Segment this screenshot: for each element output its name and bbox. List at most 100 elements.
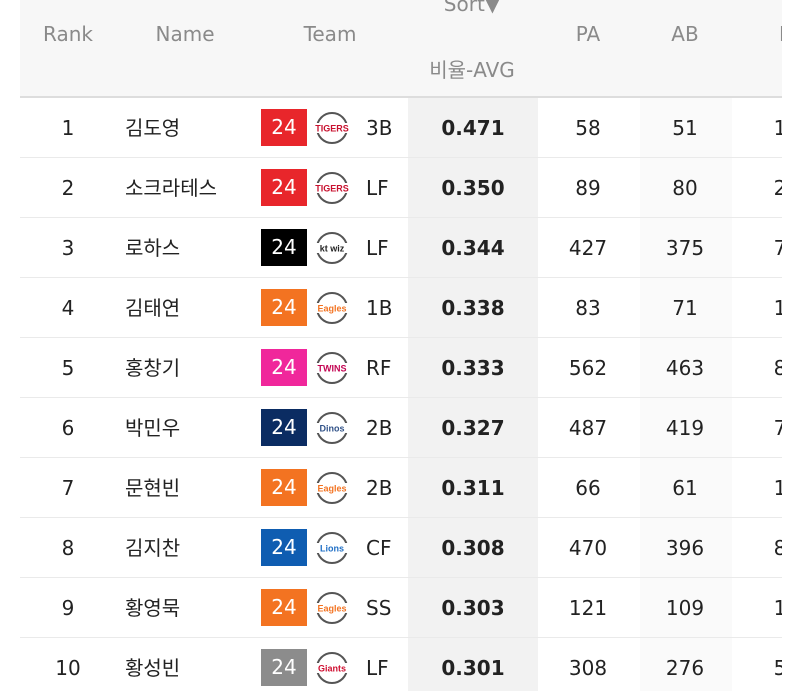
table-header: Rank Name Team Sort▼ 비율-AVG PA AB R (20, 0, 782, 98)
avg-value: 0.327 (441, 416, 505, 440)
header-ab[interactable]: AB (671, 22, 698, 46)
rank: 3 (61, 236, 75, 260)
year-badge: 24 (261, 529, 307, 566)
header-rank[interactable]: Rank (43, 22, 93, 46)
table-row[interactable]: 1 김도영 24 TIGERS 3B 0.471 58 51 1 (20, 98, 782, 158)
team-logo-icon: Giants (313, 652, 351, 684)
svg-text:Dinos: Dinos (319, 424, 344, 434)
table-row[interactable]: 4 김태연 24 Eagles 1B 0.338 83 71 1 (20, 278, 782, 338)
ab-value: 276 (665, 656, 705, 680)
table-row[interactable]: 8 김지찬 24 Lions CF 0.308 470 396 8 (20, 518, 782, 578)
header-team[interactable]: Team (304, 22, 357, 46)
table-row[interactable]: 6 박민우 24 Dinos 2B 0.327 487 419 7 (20, 398, 782, 458)
svg-text:TIGERS: TIGERS (315, 124, 349, 134)
table-row[interactable]: 10 황성빈 24 Giants LF 0.301 308 276 5 (20, 638, 782, 691)
sort-button[interactable]: Sort▼ (444, 0, 500, 16)
avg-value: 0.338 (441, 296, 505, 320)
position: LF (366, 656, 389, 680)
rank: 10 (55, 656, 81, 680)
header-avg[interactable]: 비율-AVG (429, 54, 515, 83)
player-name[interactable]: 황성빈 (125, 638, 180, 691)
pa-value: 427 (568, 236, 608, 260)
ab-value: 61 (672, 476, 698, 500)
year-badge: 24 (261, 469, 307, 506)
position: RF (366, 356, 392, 380)
pa-value: 308 (568, 656, 608, 680)
header-name[interactable]: Name (155, 22, 214, 46)
r-value: 7 (773, 236, 782, 260)
svg-text:TIGERS: TIGERS (315, 184, 349, 194)
svg-text:Eagles: Eagles (317, 304, 346, 314)
rank: 5 (61, 356, 75, 380)
pa-value: 470 (568, 536, 608, 560)
player-name[interactable]: 로하스 (125, 218, 180, 278)
position: 3B (366, 116, 393, 140)
table-row[interactable]: 3 로하스 24 kt wiz LF 0.344 427 375 7 (20, 218, 782, 278)
r-value: 5 (773, 656, 782, 680)
rank: 6 (61, 416, 75, 440)
position: 1B (366, 296, 393, 320)
svg-text:kt wiz: kt wiz (320, 244, 345, 254)
table-row[interactable]: 7 문현빈 24 Eagles 2B 0.311 66 61 1 (20, 458, 782, 518)
r-value: 2 (773, 176, 782, 200)
r-value: 8 (773, 356, 782, 380)
team-logo-icon: TWINS (313, 352, 351, 384)
rank: 2 (61, 176, 75, 200)
year-badge: 24 (261, 169, 307, 206)
rank: 4 (61, 296, 75, 320)
rank: 9 (61, 596, 75, 620)
ab-value: 463 (665, 356, 705, 380)
team-logo-icon: Lions (313, 532, 351, 564)
r-value: 1 (773, 296, 782, 320)
player-name[interactable]: 홍창기 (125, 338, 180, 398)
player-name[interactable]: 황영묵 (125, 578, 180, 638)
r-value: 7 (773, 416, 782, 440)
year-badge: 24 (261, 589, 307, 626)
avg-value: 0.311 (441, 476, 505, 500)
avg-value: 0.471 (441, 116, 505, 140)
avg-value: 0.333 (441, 356, 505, 380)
rank: 1 (61, 116, 75, 140)
ab-value: 375 (665, 236, 705, 260)
position: CF (366, 536, 392, 560)
avg-value: 0.308 (441, 536, 505, 560)
year-badge: 24 (261, 229, 307, 266)
ab-value: 71 (672, 296, 698, 320)
rank: 8 (61, 536, 75, 560)
avg-value: 0.301 (441, 656, 505, 680)
player-name[interactable]: 문현빈 (125, 458, 180, 518)
ab-value: 396 (665, 536, 705, 560)
player-name[interactable]: 김지찬 (125, 518, 180, 578)
position: LF (366, 176, 389, 200)
table-row[interactable]: 5 홍창기 24 TWINS RF 0.333 562 463 8 (20, 338, 782, 398)
player-name[interactable]: 소크라테스 (125, 158, 217, 218)
team-logo-icon: Eagles (313, 472, 351, 504)
pa-value: 83 (575, 296, 601, 320)
year-badge: 24 (261, 349, 307, 386)
team-logo-icon: Eagles (313, 592, 351, 624)
avg-value: 0.303 (441, 596, 505, 620)
team-logo-icon: Eagles (313, 292, 351, 324)
pa-value: 66 (575, 476, 601, 500)
ab-value: 109 (665, 596, 705, 620)
player-name[interactable]: 박민우 (125, 398, 180, 458)
year-badge: 24 (261, 409, 307, 446)
position: LF (366, 236, 389, 260)
year-badge: 24 (261, 649, 307, 686)
rank: 7 (61, 476, 75, 500)
table-row[interactable]: 9 황영묵 24 Eagles SS 0.303 121 109 1 (20, 578, 782, 638)
player-name[interactable]: 김도영 (125, 98, 180, 158)
player-name[interactable]: 김태연 (125, 278, 180, 338)
r-value: 1 (773, 476, 782, 500)
r-value: 1 (773, 596, 782, 620)
svg-text:Lions: Lions (320, 544, 344, 554)
table-row[interactable]: 2 소크라테스 24 TIGERS LF 0.350 89 80 2 (20, 158, 782, 218)
pa-value: 562 (568, 356, 608, 380)
avg-value: 0.350 (441, 176, 505, 200)
header-r[interactable]: R (779, 22, 782, 46)
header-pa[interactable]: PA (576, 22, 600, 46)
svg-text:Eagles: Eagles (317, 604, 346, 614)
r-value: 1 (773, 116, 782, 140)
ab-value: 51 (672, 116, 698, 140)
position: 2B (366, 416, 393, 440)
